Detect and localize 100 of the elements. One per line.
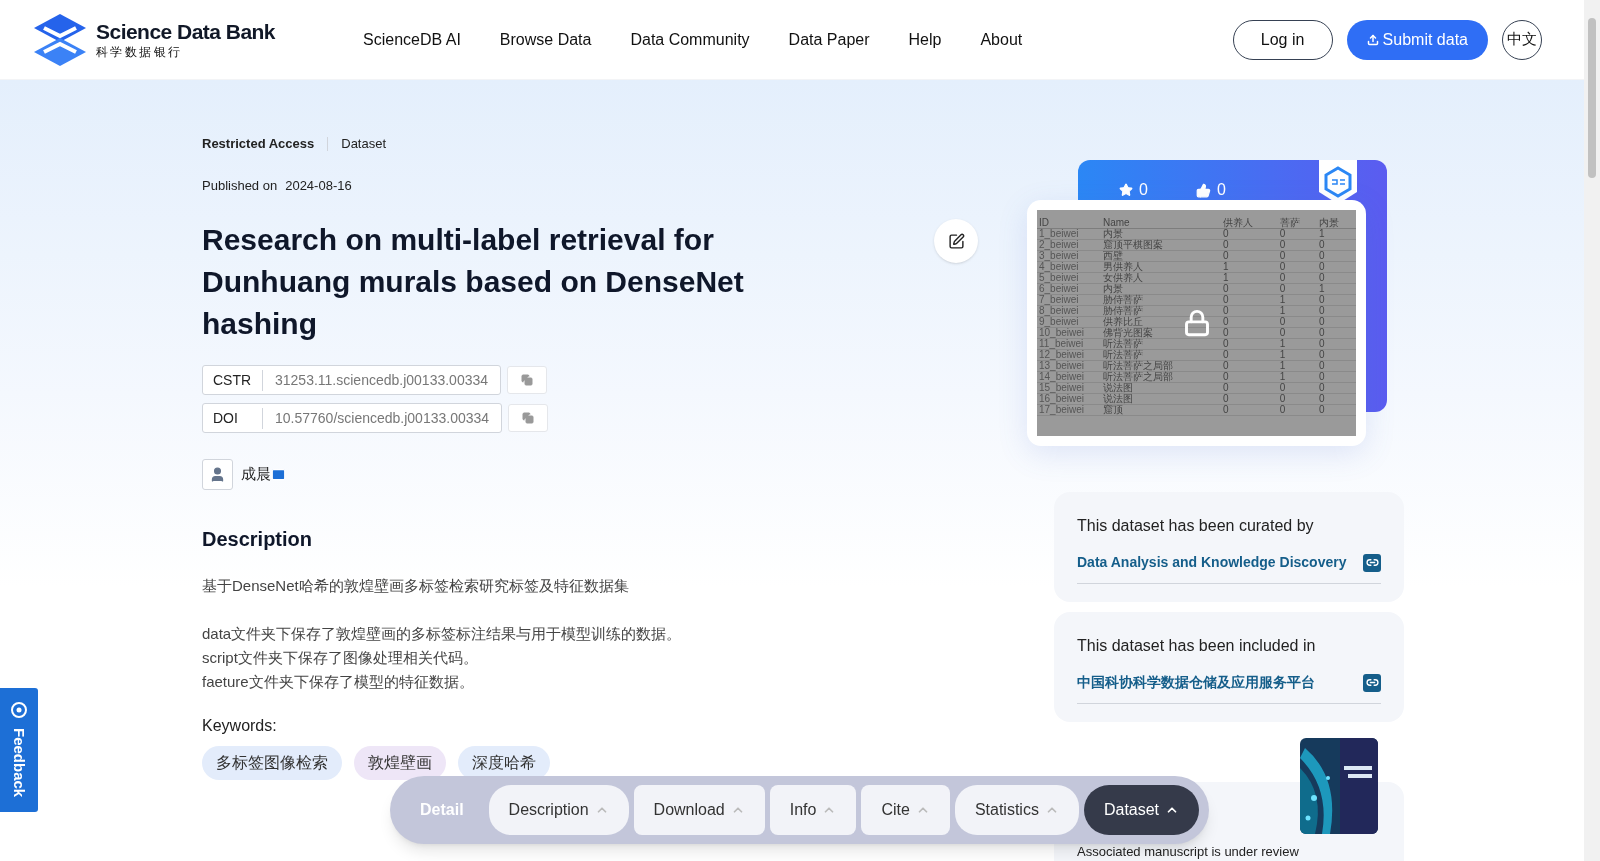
author-name[interactable]: 成晨: [241, 463, 271, 486]
preview-cell: 0: [1316, 371, 1356, 383]
preview-cell: 0: [1277, 250, 1317, 262]
preview-cell: 0: [1221, 327, 1278, 339]
identifier-label: CSTR: [203, 369, 263, 391]
upload-icon: [1366, 33, 1379, 46]
published-date: 2024-08-16: [285, 176, 352, 195]
preview-cell: 4_beiwei: [1037, 261, 1101, 273]
preview-cell: 1: [1221, 272, 1278, 284]
nav-link[interactable]: Browse Data: [499, 27, 592, 52]
star-count[interactable]: 0: [1119, 178, 1148, 202]
logo-subtitle: 科学数据银行: [96, 45, 184, 61]
box-text: This dataset has been included in: [1077, 636, 1317, 656]
link-icon[interactable]: [1363, 673, 1381, 692]
preview-cell: 0: [1316, 382, 1356, 394]
preview-cell: 供养比丘: [1101, 316, 1221, 328]
manuscript-text: Associated manuscript is under review: [1077, 845, 1299, 858]
preview-cell: 内景: [1101, 283, 1221, 295]
preview-cell: 0: [1316, 393, 1356, 405]
nav-link[interactable]: Help: [908, 27, 942, 52]
preview-cell: 胁侍菩萨: [1101, 294, 1221, 306]
preview-cell: 0: [1221, 283, 1278, 295]
share-button[interactable]: [934, 219, 978, 263]
preview-cell: 14_beiwei: [1037, 371, 1101, 383]
section-tab[interactable]: Info: [769, 785, 857, 835]
keyword-tag[interactable]: 敦煌壁画: [354, 746, 446, 780]
preview-cell: 听法菩萨: [1101, 338, 1221, 350]
edit-icon: [947, 232, 965, 250]
feedback-button[interactable]: Feedback: [0, 688, 38, 812]
preview-cell: 1: [1277, 349, 1317, 361]
description-text: data文件夹下保存了敦煌壁画的多标签标注结果与用于模型训练的数据。: [202, 624, 683, 644]
preview-cell: 0: [1316, 305, 1356, 317]
preview-cell: 9_beiwei: [1037, 316, 1101, 328]
access-label: Restricted Access: [202, 135, 315, 153]
keywords-label: Keywords:: [202, 716, 277, 736]
preview-cell: 0: [1277, 382, 1317, 394]
preview-cell: 1: [1277, 305, 1317, 317]
nav-link[interactable]: Data Community: [630, 27, 750, 52]
preview-cell: 0: [1221, 305, 1278, 317]
preview-cell: 胁侍菩萨: [1101, 305, 1221, 317]
preview-cell: 1: [1221, 261, 1278, 273]
preview-cell: 0: [1221, 404, 1278, 416]
mail-icon[interactable]: [271, 467, 286, 482]
preview-cell: 0: [1221, 228, 1278, 240]
logo-title: Science Data Bank: [96, 18, 275, 45]
section-tab[interactable]: Statistics: [954, 785, 1079, 835]
preview-cell: 1: [1277, 371, 1317, 383]
preview-cell: 0: [1221, 294, 1278, 306]
copy-button[interactable]: [508, 404, 549, 432]
preview-cell: 0: [1316, 294, 1356, 306]
keyword-tag[interactable]: 多标签图像检索: [202, 746, 342, 780]
section-heading: Description: [202, 527, 314, 552]
preview-cell: 8_beiwei: [1037, 305, 1101, 317]
preview-cell: 0: [1221, 371, 1278, 383]
nav-link[interactable]: Data Paper: [788, 27, 870, 52]
copy-button[interactable]: [507, 366, 548, 394]
preview-header-cell: Name: [1101, 218, 1221, 229]
preview-cell: 7_beiwei: [1037, 294, 1101, 306]
preview-cell: 0: [1316, 349, 1356, 361]
copy-icon: [522, 412, 535, 424]
preview-cell: 0: [1221, 360, 1278, 372]
preview-cell: 10_beiwei: [1037, 327, 1101, 339]
preview-cell: 0: [1221, 393, 1278, 405]
preview-cell: 说法图: [1101, 393, 1221, 405]
preview-cell: 窟顶平棋图案: [1101, 239, 1221, 251]
section-tab[interactable]: Description: [488, 785, 629, 835]
preview-header-cell: 内景: [1316, 218, 1356, 229]
submit-button[interactable]: Submit data: [1346, 19, 1488, 60]
preview-cell: 1: [1316, 283, 1356, 295]
copy-icon: [521, 374, 534, 386]
preview-cell: 5_beiwei: [1037, 272, 1101, 284]
section-tab[interactable]: Dataset: [1083, 785, 1200, 835]
preview-cell: 0: [1277, 404, 1317, 416]
preview-cell: 0: [1316, 404, 1356, 416]
dataset-title: Research on multi-label retrieval for Dunhuang murals based on DenseNet hashing: [202, 222, 745, 342]
preview-cell: 0: [1221, 349, 1278, 361]
nav-link[interactable]: About: [980, 27, 1023, 52]
preview-cell: 13_beiwei: [1037, 360, 1101, 372]
preview-cell: 0: [1277, 283, 1317, 295]
description-text: script文件夹下保存了图像处理相关代码。: [202, 648, 479, 668]
preview-cell: 窟顶: [1101, 404, 1221, 416]
preview-cell: 0: [1221, 239, 1278, 251]
preview-cell: 0: [1316, 360, 1356, 372]
preview-cell: 0: [1277, 316, 1317, 328]
preview-cell: 0: [1316, 338, 1356, 350]
platform-link[interactable]: 中国科协科学数据仓储及应用服务平台: [1077, 672, 1315, 693]
section-tab[interactable]: Download: [633, 785, 765, 835]
preview-cell: 佛背光图案: [1101, 327, 1221, 339]
section-tab[interactable]: Cite: [861, 785, 950, 835]
platform-link[interactable]: Data Analysis and Knowledge Discovery: [1077, 552, 1347, 573]
identifier-label: DOI: [203, 407, 263, 429]
preview-cell: 0: [1221, 382, 1278, 394]
like-count[interactable]: 0: [1195, 178, 1226, 202]
preview-cell: 0: [1221, 316, 1278, 328]
preview-cell: 0: [1316, 261, 1356, 273]
link-icon[interactable]: [1363, 553, 1381, 572]
nav-link[interactable]: ScienceDB AI: [363, 27, 461, 52]
identifier-value: 10.57760/sciencedb.j00133.00334: [274, 408, 491, 428]
avatar-icon: [202, 459, 233, 490]
preview-cell: 内景: [1101, 228, 1221, 240]
